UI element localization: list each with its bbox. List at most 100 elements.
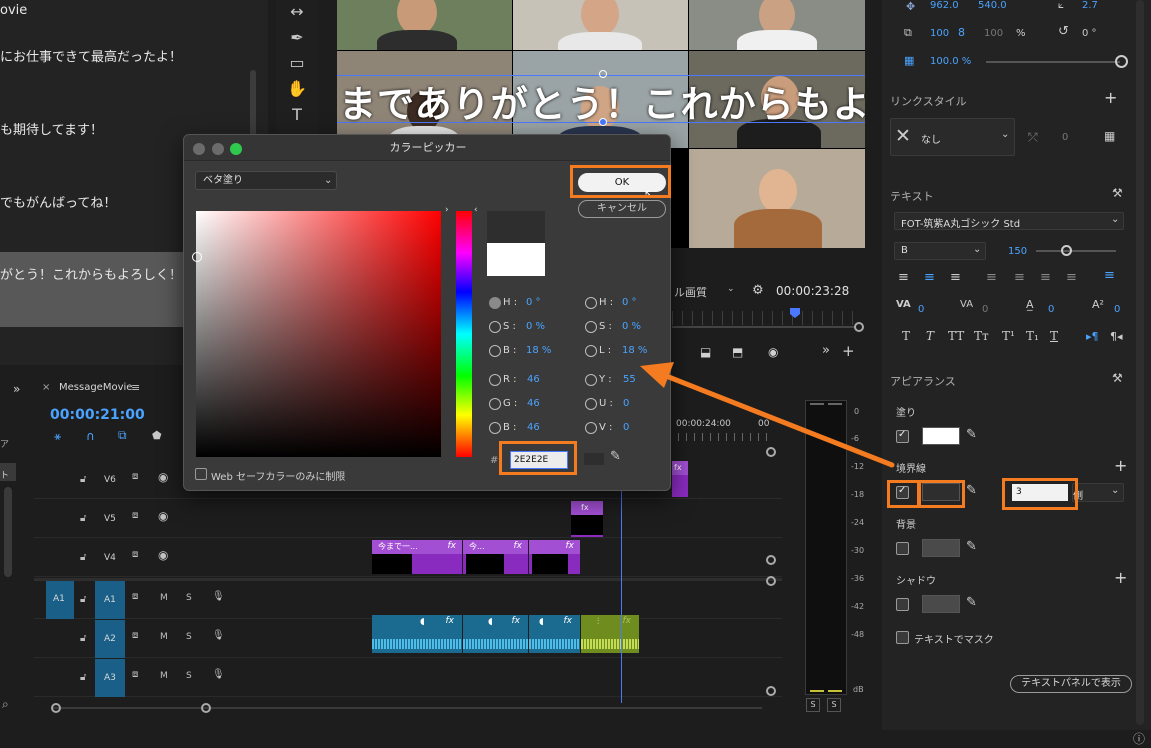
- microphone-icon[interactable]: 🎙︎: [212, 630, 225, 641]
- timeline-timecode[interactable]: 00:00:21:00: [50, 407, 145, 423]
- vscroll-handle[interactable]: [766, 555, 776, 565]
- position-x-value[interactable]: 962.0: [930, 0, 959, 11]
- rgb-g-radio[interactable]: [489, 398, 501, 410]
- eyedropper-icon[interactable]: ✎: [966, 483, 977, 498]
- eye-icon[interactable]: ◉: [158, 470, 168, 484]
- video-clip[interactable]: fx: [571, 501, 603, 537]
- scale-value[interactable]: 100: [930, 28, 949, 39]
- grid-icon[interactable]: ▦: [1104, 129, 1115, 143]
- solo-button[interactable]: S: [186, 632, 192, 642]
- original-color-swatch[interactable]: [487, 243, 545, 276]
- eyedropper-icon[interactable]: ✎: [610, 449, 621, 464]
- track-v5[interactable]: 🔓︎ V5 ⧈ ◉: [34, 500, 782, 538]
- font-size-handle[interactable]: [1061, 245, 1072, 256]
- hsb-b-radio[interactable]: [489, 345, 501, 357]
- wrench-icon[interactable]: ⚒: [1112, 371, 1123, 385]
- wrench-icon[interactable]: ⚙: [752, 283, 764, 298]
- lock-icon[interactable]: 🔓︎: [80, 513, 86, 524]
- leading-value[interactable]: 0: [1048, 304, 1054, 315]
- side-scrollbar[interactable]: [4, 487, 12, 577]
- playback-resolution[interactable]: ル画質: [674, 284, 707, 300]
- rotation-value[interactable]: 0 °: [1082, 28, 1097, 39]
- info-icon[interactable]: ⓘ: [1133, 730, 1145, 747]
- hsl-h-radio[interactable]: [585, 297, 597, 309]
- justify-center-icon[interactable]: ≡: [1014, 270, 1025, 285]
- snap-icon[interactable]: ∩: [86, 429, 95, 443]
- fill-color-swatch[interactable]: [922, 427, 960, 445]
- video-clip[interactable]: fx: [529, 540, 580, 574]
- align-left-icon[interactable]: ≡: [898, 270, 909, 285]
- rtl-icon[interactable]: ¶◂: [1110, 330, 1123, 343]
- opacity-slider-track[interactable]: [986, 61, 1120, 63]
- anchor-handle[interactable]: [599, 70, 607, 78]
- color-field-cursor[interactable]: [192, 252, 202, 262]
- chevron-down-icon[interactable]: ⌄: [727, 284, 735, 294]
- justify-right-icon[interactable]: ≡: [1040, 270, 1051, 285]
- video-clip[interactable]: 今まで一... fx: [372, 540, 462, 574]
- yuv-v-value[interactable]: 0: [623, 422, 629, 433]
- saturation-brightness-field[interactable]: [196, 211, 441, 457]
- position-y-value[interactable]: 540.0: [978, 0, 1007, 11]
- audio-clip[interactable]: ◖ fx: [372, 615, 462, 653]
- eyedropper-icon[interactable]: ✎: [966, 595, 977, 610]
- sync-style-icon[interactable]: ⤱: [1028, 130, 1038, 145]
- link-style-select[interactable]: ✕ なし ⌄: [890, 118, 1015, 156]
- caption-line-selected[interactable]: がとう！これからもよろしく！: [0, 264, 182, 283]
- track-a3[interactable]: 🔓︎ A3 ⧈ M S 🎙︎: [34, 659, 782, 697]
- expand-panels-icon[interactable]: »: [13, 382, 20, 396]
- sync-lock-icon[interactable]: ⧈: [132, 669, 138, 680]
- hand-tool-icon[interactable]: ✋: [286, 78, 308, 100]
- audio-clip[interactable]: ◖ fx: [529, 615, 580, 653]
- hue-slider[interactable]: [456, 211, 472, 457]
- program-timecode[interactable]: 00:00:23:28: [776, 284, 849, 298]
- align-right-icon[interactable]: ≡: [950, 270, 961, 285]
- vertical-align-icon[interactable]: ≡: [1104, 268, 1115, 283]
- linked-selection-icon[interactable]: ⧉: [118, 428, 127, 443]
- track-target-a3[interactable]: A3: [95, 659, 125, 697]
- nest-toggle-icon[interactable]: ⚹: [54, 429, 61, 444]
- background-checkbox[interactable]: [896, 542, 909, 555]
- caption-line[interactable]: も期待してます！: [0, 119, 103, 138]
- kerning-value[interactable]: 0: [918, 304, 924, 315]
- superscript-icon[interactable]: T¹: [1002, 329, 1015, 343]
- background-color-swatch[interactable]: [922, 539, 960, 557]
- stroke-position-select[interactable]: 側 ⌄: [1072, 483, 1124, 502]
- subscript-icon[interactable]: T₁: [1026, 329, 1039, 343]
- close-icon[interactable]: ×: [42, 382, 50, 393]
- audio-clip[interactable]: ◖ fx: [463, 615, 528, 653]
- font-size-slider[interactable]: [1036, 250, 1116, 252]
- hsl-h-value[interactable]: 0 °: [622, 297, 637, 308]
- timeline-zoom-bar[interactable]: [52, 707, 762, 709]
- wrench-icon[interactable]: ⚒: [1112, 186, 1123, 200]
- scale-width-value[interactable]: 100: [984, 28, 1003, 39]
- vscroll-handle[interactable]: [766, 576, 776, 586]
- rgb-b-value[interactable]: 46: [527, 422, 540, 433]
- websafe-checkbox[interactable]: [195, 468, 207, 480]
- microphone-icon[interactable]: 🎙︎: [212, 591, 225, 602]
- lock-icon[interactable]: 🔓︎: [80, 552, 86, 563]
- meter-solo-button[interactable]: S: [806, 698, 820, 712]
- font-style-select[interactable]: B ⌄: [894, 242, 986, 260]
- sync-lock-icon[interactable]: ⧈: [132, 510, 138, 521]
- type-tool-icon[interactable]: T: [286, 104, 308, 126]
- hsb-s-radio[interactable]: [489, 321, 501, 333]
- hsb-h-radio[interactable]: [489, 297, 501, 309]
- search-icon[interactable]: ⌕: [2, 697, 9, 712]
- track-a1[interactable]: A1 🔓︎ A1 ⧈ M S 🎙︎: [34, 581, 782, 619]
- hue-arrow-right-icon[interactable]: ‹: [474, 205, 478, 215]
- small-caps-icon[interactable]: Tт: [974, 329, 989, 343]
- justify-left-icon[interactable]: ≡: [986, 270, 997, 285]
- eye-icon[interactable]: ◉: [158, 509, 168, 523]
- rgb-r-radio[interactable]: [489, 374, 501, 386]
- hsb-h-value[interactable]: 0 °: [526, 297, 541, 308]
- rgb-r-value[interactable]: 46: [527, 374, 540, 385]
- yuv-v-radio[interactable]: [585, 422, 597, 434]
- rgb-b-radio[interactable]: [489, 422, 501, 434]
- lock-icon[interactable]: 🔓︎: [80, 474, 86, 485]
- caption-line[interactable]: にお仕事できて最高だったよ！: [0, 46, 182, 65]
- sync-lock-icon[interactable]: ⧈: [132, 471, 138, 482]
- eyedropper-icon[interactable]: ✎: [966, 427, 977, 442]
- justify-all-icon[interactable]: ≡: [1066, 270, 1077, 285]
- video-clip[interactable]: 今... fx: [463, 540, 528, 574]
- cancel-button[interactable]: キャンセル: [578, 200, 666, 218]
